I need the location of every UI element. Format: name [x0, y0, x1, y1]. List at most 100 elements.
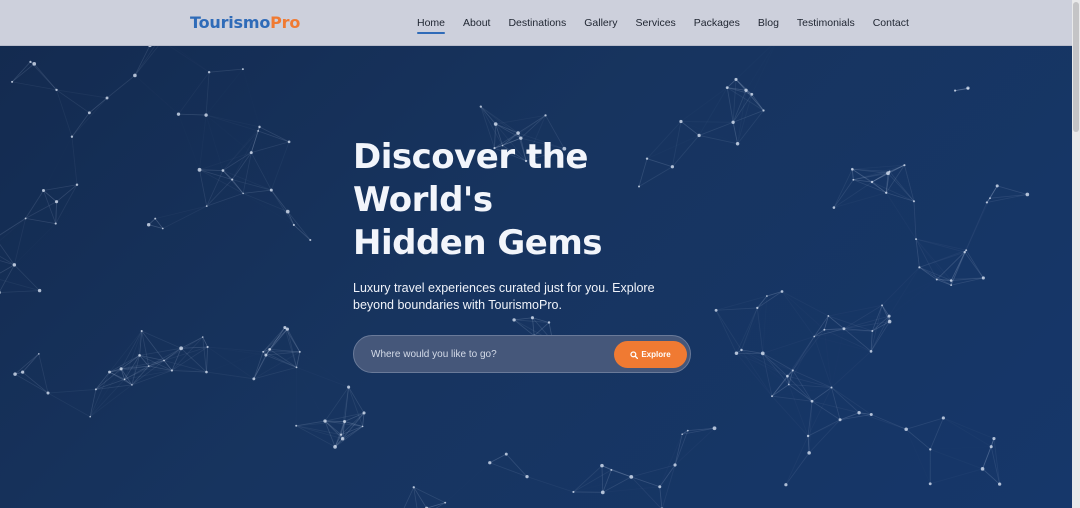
network-link [858, 412, 907, 430]
network-link [287, 211, 311, 241]
network-node [41, 189, 45, 193]
network-node [756, 306, 759, 310]
network-link [425, 502, 446, 508]
network-link [851, 169, 854, 180]
network-node [928, 482, 932, 486]
network-node [989, 445, 993, 449]
explore-button[interactable]: Explore [614, 341, 687, 368]
network-link [808, 413, 859, 436]
network-link [814, 336, 831, 387]
network-link [243, 189, 272, 194]
scrollbar-thumb[interactable] [1073, 2, 1079, 132]
network-node [138, 354, 141, 357]
network-link [532, 317, 535, 336]
network-link [505, 453, 528, 477]
network-link [611, 469, 632, 478]
network-link [757, 291, 783, 309]
network-link [206, 115, 251, 153]
network-link [965, 198, 990, 252]
network-link [943, 418, 991, 447]
network-link [786, 436, 808, 485]
network-link [141, 330, 182, 349]
network-node [838, 418, 842, 422]
network-node [504, 452, 508, 456]
network-link [871, 181, 915, 202]
network-node [681, 433, 683, 436]
network-link [787, 375, 813, 402]
network-node [885, 191, 888, 194]
network-link [162, 205, 207, 229]
network-link [206, 69, 243, 115]
nav-home[interactable]: Home [417, 17, 446, 34]
hero-headline-line-3: Hidden Gems [353, 223, 603, 263]
network-node [269, 188, 273, 192]
brand-logo-part2: Pro [270, 13, 301, 32]
network-node [179, 346, 184, 351]
network-node [298, 350, 301, 353]
network-node [54, 222, 57, 225]
network-link [661, 464, 676, 508]
nav-contact[interactable]: Contact [873, 17, 909, 29]
network-node [842, 327, 846, 331]
network-node [806, 434, 810, 438]
page-scrollbar[interactable] [1072, 0, 1080, 508]
network-link [199, 169, 223, 171]
nav-packages[interactable]: Packages [694, 17, 740, 29]
network-link [808, 401, 813, 453]
destination-search-input[interactable] [371, 345, 601, 364]
network-link [259, 126, 290, 143]
network-node [918, 266, 921, 269]
network-link [179, 114, 200, 170]
network-link [772, 396, 808, 436]
network-link [300, 352, 349, 387]
hero-content: Discover the World's Hidden Gems Luxury … [353, 136, 753, 314]
nav-destinations[interactable]: Destinations [508, 17, 566, 29]
network-node [133, 73, 137, 78]
network-link [526, 476, 574, 493]
network-link [675, 428, 714, 465]
network-link [202, 337, 207, 373]
network-link [870, 315, 890, 352]
network-link [295, 425, 336, 448]
network-node [950, 284, 953, 287]
nav-about[interactable]: About [463, 17, 490, 29]
network-node [544, 114, 547, 117]
nav-testimonials[interactable]: Testimonials [797, 17, 855, 29]
network-node [287, 140, 291, 144]
network-node [206, 345, 209, 349]
network-node [512, 318, 516, 322]
network-node [904, 427, 908, 432]
brand-logo[interactable]: TourismoPro [190, 13, 300, 32]
network-node [154, 217, 157, 220]
network-node [780, 290, 784, 293]
network-link [514, 317, 533, 321]
network-node [966, 86, 970, 90]
search-bar: Explore [353, 335, 691, 373]
nav-blog[interactable]: Blog [758, 17, 779, 29]
network-node [258, 125, 261, 129]
network-node [629, 475, 634, 479]
network-link [687, 427, 715, 432]
network-link [206, 193, 244, 207]
network-node [744, 88, 748, 93]
network-node [412, 486, 415, 489]
network-node [850, 167, 854, 171]
network-node [600, 463, 604, 468]
network-node [197, 167, 202, 172]
network-node [493, 122, 498, 126]
network-node [55, 88, 58, 92]
network-link [870, 305, 883, 352]
nav-gallery[interactable]: Gallery [584, 17, 617, 29]
network-node [530, 316, 534, 320]
network-node [488, 461, 492, 465]
network-node [362, 411, 366, 415]
nav-services[interactable]: Services [636, 17, 676, 29]
network-node [140, 329, 143, 333]
network-link [964, 251, 984, 279]
network-node [285, 209, 290, 214]
network-node [0, 291, 1, 294]
network-link [763, 296, 767, 353]
network-node [887, 314, 891, 318]
network-link [243, 69, 260, 127]
network-link [905, 428, 931, 450]
